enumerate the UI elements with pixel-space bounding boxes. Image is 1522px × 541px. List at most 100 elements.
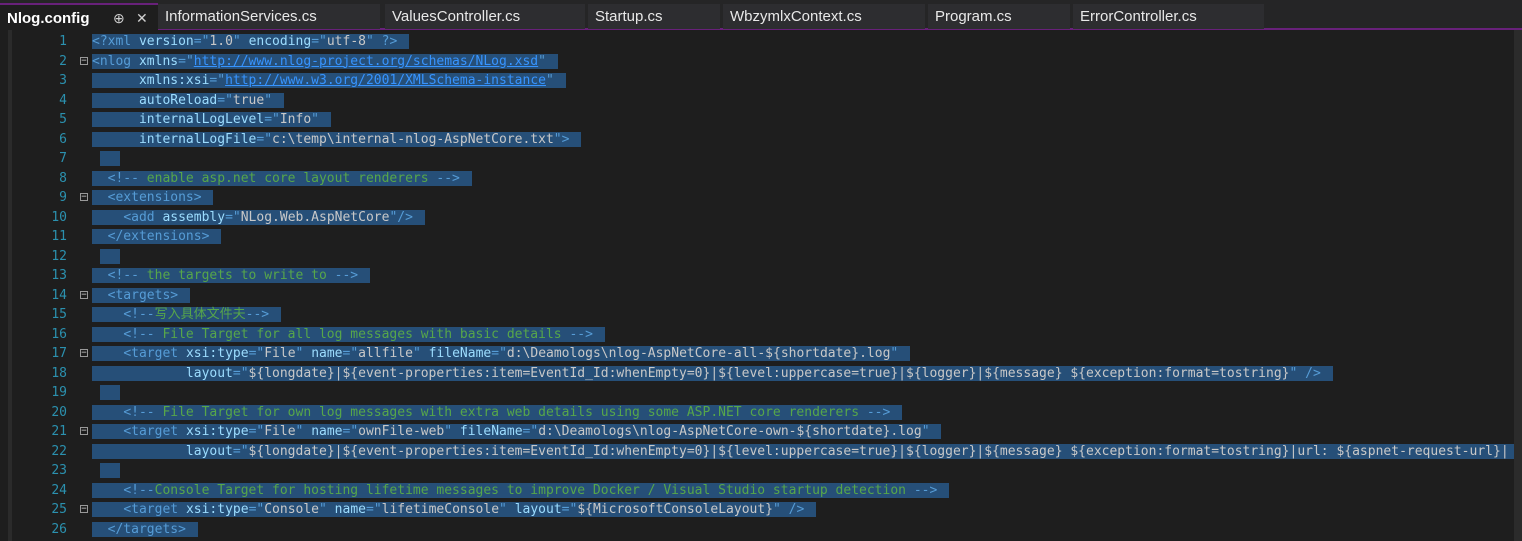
selected-text: <target xsi:type="File" name="allfile" f… (92, 346, 911, 361)
tab-informationservices-cs[interactable]: InformationServices.cs (158, 4, 380, 29)
code-line[interactable]: 22 layout="${longdate}|${event-propertie… (0, 442, 1522, 462)
tab-program-cs[interactable]: Program.cs (928, 4, 1070, 29)
line-number: 15 (51, 307, 67, 322)
code-text: internalLogLevel="Info" (92, 110, 331, 130)
code-line[interactable]: 11 </extensions> (0, 227, 1522, 247)
code-text (92, 383, 120, 403)
code-text: <extensions> (92, 188, 214, 208)
collapse-icon[interactable]: − (80, 56, 88, 65)
selected-text (100, 151, 120, 166)
code-text: xmlns:xsi="http://www.w3.org/2001/XMLSch… (92, 71, 566, 91)
line-number: 26 (51, 521, 67, 537)
close-icon[interactable]: ✕ (136, 5, 148, 30)
selected-text: <!-- enable asp.net core layout renderer… (92, 170, 472, 186)
code-text (92, 461, 120, 481)
collapse-icon[interactable]: − (80, 349, 88, 358)
collapse-icon[interactable]: − (80, 427, 88, 436)
selected-text: layout="${longdate}|${event-properties:i… (92, 365, 1333, 381)
code-line[interactable]: 3 xmlns:xsi="http://www.w3.org/2001/XMLS… (0, 71, 1522, 91)
line-number: 21 (51, 424, 67, 439)
code-line[interactable]: 18 layout="${longdate}|${event-propertie… (0, 364, 1522, 384)
pin-icon[interactable]: ⊕ (113, 5, 125, 30)
selected-text: <!-- File Target for own log messages wi… (92, 404, 903, 420)
tab-label: ErrorController.cs (1080, 8, 1197, 25)
tab-label: Program.cs (935, 8, 1012, 25)
code-line[interactable]: 9 − <extensions> (0, 188, 1522, 208)
tab-label: Nlog.config (7, 10, 90, 27)
code-text: <!--写入具体文件夫--> (92, 305, 281, 325)
selected-text (100, 463, 120, 478)
code-text (92, 247, 120, 267)
selected-text (100, 385, 120, 400)
selected-text (100, 248, 120, 264)
code-text: <target xsi:type="Console" name="lifetim… (92, 500, 817, 520)
tab-errorcontroller-cs[interactable]: ErrorController.cs (1073, 4, 1264, 29)
line-number: 11 (51, 229, 67, 244)
code-line[interactable]: 25 − <target xsi:type="Console" name="lif… (0, 500, 1522, 520)
tab-valuescontroller-cs[interactable]: ValuesController.cs (385, 4, 585, 29)
collapse-icon[interactable]: − (80, 290, 88, 299)
selected-text: </targets> (92, 521, 198, 537)
code-editor[interactable]: 1 <?xml version="1.0" encoding="utf-8" ?>… (0, 30, 1522, 541)
code-line[interactable]: 12 (0, 247, 1522, 267)
line-number: 22 (51, 443, 67, 459)
code-line[interactable]: 19 (0, 383, 1522, 403)
vertical-scrollbar[interactable] (1514, 30, 1522, 541)
tab-label: ValuesController.cs (392, 8, 521, 25)
code-text: </extensions> (92, 227, 222, 247)
code-line[interactable]: 13 <!-- the targets to write to --> (0, 266, 1522, 286)
tab-label: WbzymlxContext.cs (730, 8, 862, 25)
selected-text: <!--写入具体文件夫--> (92, 307, 281, 322)
code-line[interactable]: 7 (0, 149, 1522, 169)
line-number: 5 (59, 112, 67, 127)
selected-text: internalLogLevel="Info" (92, 112, 331, 127)
line-number: 14 (51, 287, 67, 303)
code-text: <!-- File Target for own log messages wi… (92, 403, 903, 423)
code-text: </targets> (92, 520, 198, 540)
tab-label: Startup.cs (595, 8, 663, 25)
selected-text: layout="${longdate}|${event-properties:i… (92, 443, 1521, 459)
line-number: 13 (51, 268, 67, 283)
collapse-icon[interactable]: − (80, 505, 88, 514)
code-line[interactable]: 10 <add assembly="NLog.Web.AspNetCore"/> (0, 208, 1522, 228)
code-line[interactable]: 2 − <nlog xmlns="http://www.nlog-project.o… (0, 52, 1522, 72)
code-line[interactable]: 23 (0, 461, 1522, 481)
collapse-icon[interactable]: − (80, 193, 88, 202)
selected-text: <!-- File Target for all log messages wi… (92, 326, 605, 342)
selected-text: <target xsi:type="Console" name="lifetim… (92, 502, 817, 517)
code-line[interactable]: 5 internalLogLevel="Info" (0, 110, 1522, 130)
code-line[interactable]: 26 </targets> (0, 520, 1522, 540)
document-tab-bar: Nlog.config ⊕ ✕ InformationServices.cs Value… (0, 0, 1522, 30)
code-text: layout="${longdate}|${event-properties:i… (92, 364, 1333, 384)
selected-text: xmlns:xsi="http://www.w3.org/2001/XMLSch… (92, 73, 566, 88)
tab-startup-cs[interactable]: Startup.cs (588, 4, 720, 29)
code-line[interactable]: 21 − <target xsi:type="File" name="ownFil… (0, 422, 1522, 442)
code-line[interactable]: 17 − <target xsi:type="File" name="allfil… (0, 344, 1522, 364)
tab-label: InformationServices.cs (165, 8, 317, 25)
selected-text: <?xml version="1.0" encoding="utf-8" ?> (92, 34, 410, 49)
code-text: layout="${longdate}|${event-properties:i… (92, 442, 1521, 462)
code-line[interactable]: 6 internalLogFile="c:\temp\internal-nlog… (0, 130, 1522, 150)
code-line[interactable]: 24 <!--Console Target for hosting lifeti… (0, 481, 1522, 501)
code-line[interactable]: 4 autoReload="true" (0, 91, 1522, 111)
code-text: <add assembly="NLog.Web.AspNetCore"/> (92, 208, 425, 228)
code-line[interactable]: 8 <!-- enable asp.net core layout render… (0, 169, 1522, 189)
code-line[interactable]: 1 <?xml version="1.0" encoding="utf-8" ?> (0, 32, 1522, 52)
selected-text: <!--Console Target for hosting lifetime … (92, 482, 950, 498)
code-line[interactable]: 16 <!-- File Target for all log messages… (0, 325, 1522, 345)
line-number: 18 (51, 365, 67, 381)
code-line[interactable]: 14 − <targets> (0, 286, 1522, 306)
code-text: <!-- the targets to write to --> (92, 266, 370, 286)
code-text: <?xml version="1.0" encoding="utf-8" ?> (92, 32, 410, 52)
line-number: 24 (51, 482, 67, 498)
selected-text: <nlog xmlns="http://www.nlog-project.org… (92, 53, 558, 69)
selected-text: <!-- the targets to write to --> (92, 268, 370, 283)
line-number: 20 (51, 404, 67, 420)
code-text (92, 149, 120, 169)
code-line[interactable]: 20 <!-- File Target for own log messages… (0, 403, 1522, 423)
code-text: <target xsi:type="File" name="allfile" f… (92, 344, 911, 364)
line-number: 3 (59, 73, 67, 88)
code-line[interactable]: 15 <!--写入具体文件夫--> (0, 305, 1522, 325)
tab-nlog-config[interactable]: Nlog.config ⊕ ✕ (0, 3, 158, 30)
tab-wbzymlxcontext-cs[interactable]: WbzymlxContext.cs (723, 4, 925, 29)
